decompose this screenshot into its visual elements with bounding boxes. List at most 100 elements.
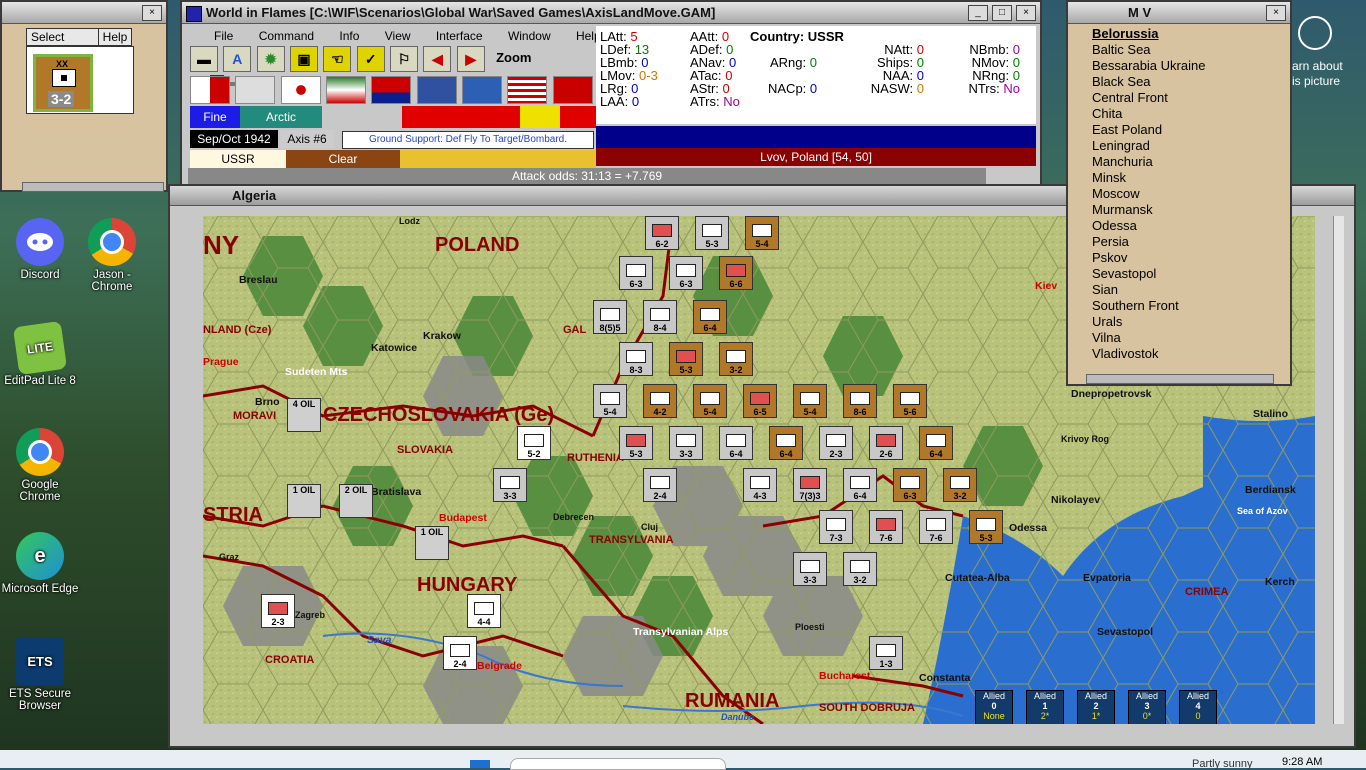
mv-list-item[interactable]: Chita — [1092, 106, 1270, 122]
weather-fine[interactable]: Fine — [190, 106, 240, 128]
oil-resource-counter[interactable]: 1 OIL — [287, 484, 321, 518]
unit-counter[interactable]: 7-3 — [819, 510, 853, 544]
taskbar-weather[interactable]: Partly sunny — [1192, 758, 1253, 770]
mv-list-item[interactable]: East Poland — [1092, 122, 1270, 138]
unit-counter[interactable]: 5-3 — [669, 342, 703, 376]
select-scrollbar[interactable] — [22, 182, 164, 192]
unit-counter[interactable]: 4-2 — [643, 384, 677, 418]
menu-info[interactable]: Info — [339, 29, 359, 43]
unit-counter[interactable]: 1-3 — [869, 636, 903, 670]
unit-counter[interactable]: 6-2 — [645, 216, 679, 250]
desktop-icon-jason-chrome[interactable]: Jason - Chrome — [72, 218, 152, 293]
unit-counter[interactable]: 6-4 — [719, 426, 753, 460]
unit-counter[interactable]: 5-4 — [793, 384, 827, 418]
unit-counter[interactable]: 3-3 — [669, 426, 703, 460]
unit-counter[interactable]: 7-6 — [919, 510, 953, 544]
mv-list[interactable]: Belorussia Baltic Sea Bessarabia Ukraine Bl… — [1092, 26, 1270, 370]
unit-counter[interactable]: 3-3 — [793, 552, 827, 586]
gear-tool-icon[interactable]: ✹ — [256, 46, 285, 72]
taskbar-time[interactable]: 9:28 AM — [1282, 756, 1322, 768]
menu-view[interactable]: View — [385, 29, 411, 43]
menu-file[interactable]: File — [214, 29, 233, 43]
unit-counter[interactable]: 6-3 — [893, 468, 927, 502]
unit-counter[interactable]: 3-2 — [719, 342, 753, 376]
mv-list-item[interactable]: Leningrad — [1092, 138, 1270, 154]
mv-list-item[interactable]: Pskov — [1092, 250, 1270, 266]
unit-counter[interactable]: 6-4 — [769, 426, 803, 460]
unit-counter[interactable]: 6-4 — [919, 426, 953, 460]
tab-help[interactable]: Help — [98, 28, 132, 46]
unit-counter[interactable]: 5-6 — [893, 384, 927, 418]
arrow-left-icon[interactable]: ◀ — [423, 46, 452, 72]
flag-icon[interactable] — [235, 76, 276, 104]
unit-counter[interactable]: 7(3)3 — [793, 468, 827, 502]
mv-window-titlebar[interactable]: M V — [1068, 2, 1290, 24]
mv-list-item[interactable]: Moscow — [1092, 186, 1270, 202]
mv-list-item[interactable]: Southern Front — [1092, 298, 1270, 314]
flag-icon[interactable] — [371, 76, 412, 104]
mv-list-item[interactable]: Bessarabia Ukraine — [1092, 58, 1270, 74]
unit-counter[interactable]: 2-3 — [261, 594, 295, 628]
desktop-icon-ets[interactable]: ETS ETS Secure Browser — [0, 637, 80, 712]
tab-select[interactable]: Select — [26, 28, 102, 46]
desktop-spotlight-icon[interactable] — [1298, 16, 1332, 50]
oil-resource-counter[interactable]: 2 OIL — [339, 484, 373, 518]
unit-counter[interactable]: 4-4 — [467, 594, 501, 628]
hand-tool-icon[interactable]: ☜ — [323, 46, 352, 72]
unit-counter[interactable]: 2-6 — [869, 426, 903, 460]
unit-counter[interactable]: 5-4 — [593, 384, 627, 418]
desktop-icon-editpad[interactable]: LITE EditPad Lite 8 — [0, 320, 80, 387]
flag-icon[interactable] — [190, 76, 230, 104]
unit-counter[interactable]: 8-6 — [843, 384, 877, 418]
select-close-button[interactable]: × — [142, 5, 162, 21]
mv-list-item[interactable]: Vilna — [1092, 330, 1270, 346]
font-tool-icon[interactable]: A — [223, 46, 252, 72]
unit-counter[interactable]: 6-4 — [693, 300, 727, 334]
oil-resource-counter[interactable]: 4 OIL — [287, 398, 321, 432]
unit-counter[interactable]: 6-6 — [719, 256, 753, 290]
mv-list-item[interactable]: Manchuria — [1092, 154, 1270, 170]
weather-arctic[interactable]: Arctic — [240, 106, 322, 128]
unit-counter[interactable]: 8(5)5 — [593, 300, 627, 334]
selected-unit-counter[interactable]: XX 3-2 — [33, 54, 93, 112]
unit-counter[interactable]: 4-3 — [743, 468, 777, 502]
main-window-titlebar[interactable]: World in Flames [C:\WIF\Scenarios\Global… — [182, 2, 1040, 24]
allied-box[interactable]: Allied 2 1* — [1077, 690, 1115, 724]
allied-box[interactable]: Allied 1 2* — [1026, 690, 1064, 724]
unit-counter[interactable]: 5-3 — [619, 426, 653, 460]
menu-interface[interactable]: Interface — [436, 29, 483, 43]
unit-counter[interactable]: 6-5 — [743, 384, 777, 418]
flag-tool-icon[interactable]: ⚐ — [390, 46, 419, 72]
tank-tool-icon[interactable]: ▬ — [190, 46, 218, 72]
mv-list-item[interactable]: Vladivostok — [1092, 346, 1270, 362]
allied-box[interactable]: Allied 4 0 — [1179, 690, 1217, 724]
mv-list-item[interactable]: Sian — [1092, 282, 1270, 298]
unit-counter[interactable]: 6-4 — [843, 468, 877, 502]
ussr-flag-icon[interactable] — [552, 76, 593, 104]
terrain-button[interactable]: Clear — [286, 150, 400, 168]
mv-scrollbar[interactable] — [1086, 374, 1274, 384]
mv-list-item[interactable]: Black Sea — [1092, 74, 1270, 90]
start-button[interactable] — [470, 760, 490, 768]
map-vscrollbar[interactable] — [1333, 216, 1344, 724]
unit-counter[interactable]: 6-3 — [619, 256, 653, 290]
unit-counter[interactable]: 3-2 — [843, 552, 877, 586]
desktop-icon-discord[interactable]: Discord — [0, 218, 80, 281]
unit-counter[interactable]: 3-3 — [493, 468, 527, 502]
unit-counter[interactable]: 2-3 — [819, 426, 853, 460]
mv-list-item[interactable]: Baltic Sea — [1092, 42, 1270, 58]
unit-counter[interactable]: 7-6 — [869, 510, 903, 544]
mv-list-item[interactable]: Odessa — [1092, 218, 1270, 234]
close-button[interactable]: × — [1016, 5, 1036, 21]
flag-icon[interactable] — [416, 76, 457, 104]
flag-icon[interactable] — [462, 76, 503, 104]
unit-counter[interactable]: 5-4 — [745, 216, 779, 250]
mv-list-item[interactable]: Urals — [1092, 314, 1270, 330]
unit-counter[interactable]: 6-3 — [669, 256, 703, 290]
unit-counter[interactable]: 5-3 — [695, 216, 729, 250]
box-tool-icon[interactable]: ▣ — [290, 46, 319, 72]
maximize-button[interactable]: □ — [992, 5, 1012, 21]
unit-counter[interactable]: 5-2 — [517, 426, 551, 460]
desktop-icon-google-chrome[interactable]: Google Chrome — [0, 428, 80, 503]
minimize-button[interactable]: _ — [968, 5, 988, 21]
